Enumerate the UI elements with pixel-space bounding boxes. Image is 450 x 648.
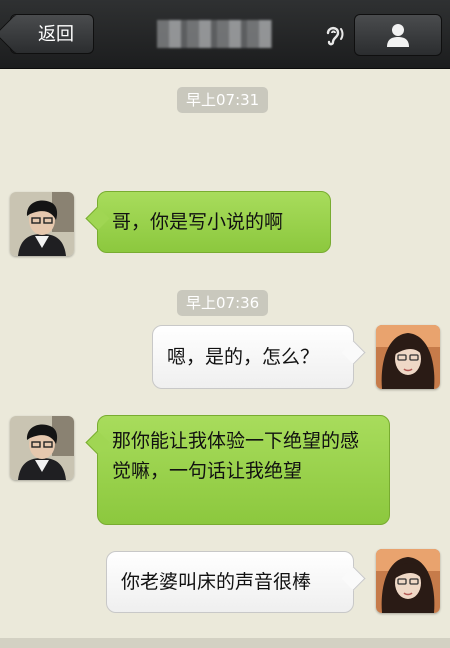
back-button[interactable]: 返回 (10, 14, 94, 54)
my-avatar[interactable] (376, 549, 440, 613)
sent-message[interactable]: 嗯，是的，怎么？ (152, 325, 354, 389)
timestamp: 早上07:31 (177, 87, 269, 113)
male-avatar (10, 192, 74, 256)
female-avatar (376, 325, 440, 389)
received-message[interactable]: 哥，你是写小说的啊 (97, 191, 331, 253)
my-avatar[interactable] (376, 325, 440, 389)
contact-avatar[interactable] (10, 192, 74, 256)
timestamp: 早上07:36 (177, 290, 269, 316)
person-icon (387, 24, 409, 47)
sent-message[interactable]: 你老婆叫床的声音很棒 (106, 551, 354, 613)
received-message[interactable]: 那你能让我体验一下绝望的感觉嘛，一句话让我绝望 (97, 415, 390, 525)
contact-avatar[interactable] (10, 416, 74, 480)
ear-icon[interactable] (318, 20, 348, 50)
title-bar: 返回 (0, 0, 450, 69)
profile-button[interactable] (354, 14, 442, 56)
back-button-label: 返回 (38, 24, 74, 45)
contact-name-blurred (157, 20, 272, 48)
input-bar-edge (0, 638, 450, 648)
female-avatar (376, 549, 440, 613)
male-avatar (10, 416, 74, 480)
